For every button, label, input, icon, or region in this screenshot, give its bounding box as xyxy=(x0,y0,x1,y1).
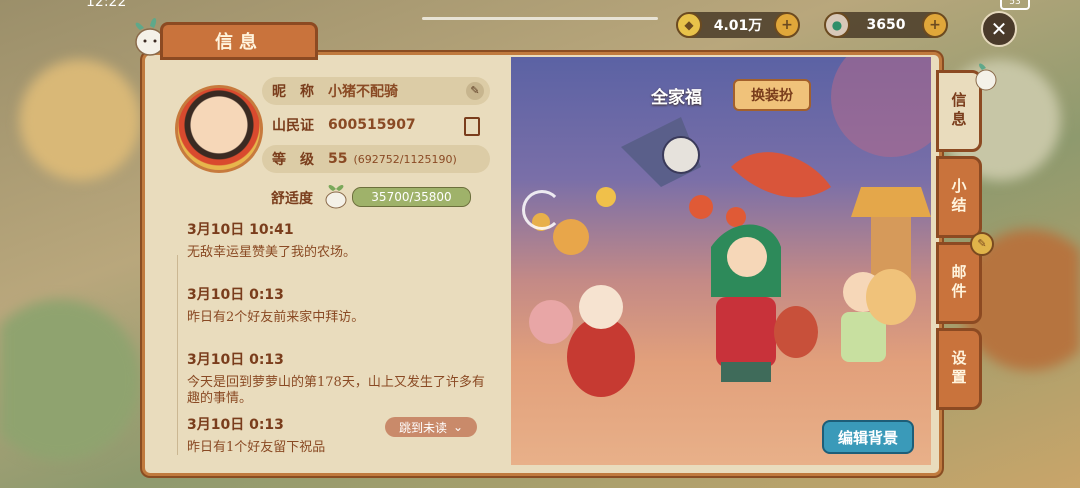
log-date: 3月10日 10:41 xyxy=(187,222,294,238)
comfort-label: 舒适度 xyxy=(271,191,313,207)
id-label: 山民证 xyxy=(272,118,314,134)
id-row: 山民证 600515907 xyxy=(262,111,490,139)
panel-title-tab: 信息 xyxy=(160,22,318,60)
scene-title: 全家福 xyxy=(651,88,702,108)
gem-value: 3650 xyxy=(866,17,906,33)
comfort-bar: 35700/35800 xyxy=(352,187,471,207)
log-entry: 3月10日 0:13 今天是回到萝萝山的第178天，山上又发生了许多有趣的事情。 xyxy=(187,349,487,407)
avatar[interactable] xyxy=(175,85,263,173)
log-text: 昨日有2个好友前来家中拜访。 xyxy=(187,310,365,325)
id-value: 600515907 xyxy=(328,117,416,133)
timeline-line xyxy=(177,255,178,455)
close-button[interactable]: ✕ xyxy=(981,11,1017,47)
log-entry: 3月10日 10:41 无敌幸运星赞美了我的农场。 xyxy=(187,219,487,261)
level-value: 55 xyxy=(328,151,348,167)
radish-tab-mascot-icon xyxy=(975,63,997,91)
sprout-icon xyxy=(325,185,347,209)
coin-resource: ◆ 4.01万 + xyxy=(676,12,800,38)
level-exp: (692752/1125190) xyxy=(353,152,457,166)
comfort-value: 35700/35800 xyxy=(371,190,452,204)
log-text: 无敌幸运星赞美了我的农场。 xyxy=(187,245,357,260)
profile-section: 昵 称 小猪不配骑 ✎ 山民证 600515907 等 级 55 (692752… xyxy=(147,57,509,465)
mail-notification-icon: ✎ xyxy=(970,232,994,256)
tab-summary[interactable]: 小结 xyxy=(936,156,982,238)
jump-label: 跳到未读 xyxy=(398,420,447,435)
log-entry: 3月10日 0:13 昨日有2个好友前来家中拜访。 xyxy=(187,284,487,326)
nickname-row: 昵 称 小猪不配骑 ✎ xyxy=(262,77,490,105)
nickname-label: 昵 称 xyxy=(272,84,314,100)
jump-to-unread-button[interactable]: 跳到未读 ⌄ xyxy=(385,417,477,437)
tab-settings[interactable]: 设置 xyxy=(936,328,982,410)
loading-spinner-icon xyxy=(522,190,562,230)
coin-icon: ◆ xyxy=(676,12,702,38)
add-gem-button[interactable]: + xyxy=(922,12,948,38)
family-photo-scene: 全家福 换装扮 编辑背景 xyxy=(511,57,931,465)
log-date: 3月10日 0:13 xyxy=(187,287,284,303)
status-time: 12:22 xyxy=(86,0,127,10)
nickname-value: 小猪不配骑 xyxy=(328,84,398,100)
level-label: 等 级 xyxy=(272,152,314,168)
edit-background-button[interactable]: 编辑背景 xyxy=(822,420,914,454)
log-date: 3月10日 0:13 xyxy=(187,352,284,368)
log-text: 昨日有1个好友留下祝品 xyxy=(187,440,326,455)
change-outfit-button[interactable]: 换装扮 xyxy=(733,79,811,111)
log-text: 今天是回到萝萝山的第178天，山上又发生了许多有趣的事情。 xyxy=(187,375,485,406)
festival-scene-illustration xyxy=(529,57,931,397)
top-handle-bar[interactable] xyxy=(422,17,658,20)
gem-icon: ● xyxy=(824,12,850,38)
copy-icon[interactable] xyxy=(464,117,480,136)
level-row: 等 级 55 (692752/1125190) xyxy=(262,145,490,173)
double-chevron-down-icon: ⌄ xyxy=(452,420,464,434)
edit-pen-icon[interactable]: ✎ xyxy=(466,82,484,100)
gem-resource: ● 3650 + xyxy=(824,12,948,38)
add-coin-button[interactable]: + xyxy=(774,12,800,38)
coin-value: 4.01万 xyxy=(713,18,763,34)
battery-indicator: 53 xyxy=(1000,0,1030,10)
